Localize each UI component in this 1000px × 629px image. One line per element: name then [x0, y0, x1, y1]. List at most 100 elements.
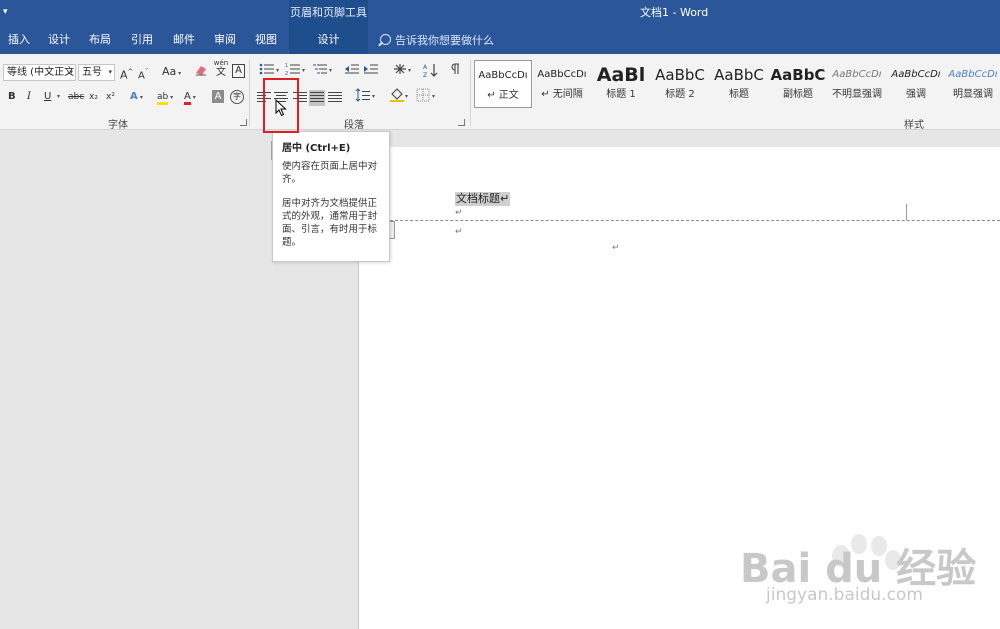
tab-review[interactable]: 审阅: [214, 28, 236, 54]
shrink-font-button[interactable]: Aˇ: [138, 63, 148, 81]
style-emphasis[interactable]: AaBbCcDı 强调: [887, 60, 945, 108]
phonetic-guide-button[interactable]: wén 文: [213, 59, 229, 78]
borders-button[interactable]: [415, 88, 431, 106]
style-title[interactable]: AaBbC 标题: [710, 60, 768, 108]
paragraph-mark: ↵: [455, 227, 463, 237]
watermark-url: jingyan.baidu.com: [766, 585, 923, 605]
paragraph-mark: ↵: [612, 243, 620, 253]
style-heading-1[interactable]: AaBl 标题 1: [592, 60, 650, 108]
shading-button[interactable]: [388, 88, 406, 106]
numbering-dropdown-icon[interactable]: ▾: [302, 62, 305, 80]
grow-font-button[interactable]: A^: [120, 63, 133, 82]
multilevel-list-button[interactable]: [311, 62, 329, 80]
style-normal[interactable]: AaBbCcDı ↵ 正文: [474, 60, 532, 108]
paragraph-mark: ↵: [455, 208, 463, 218]
sort-button[interactable]: AZ: [423, 62, 439, 80]
search-icon: [380, 34, 391, 45]
style-sample: AaBl: [596, 64, 646, 86]
tab-design[interactable]: 设计: [48, 28, 70, 54]
document-title: 文档1 - Word: [640, 6, 709, 19]
font-name-combo[interactable]: 等线 (中文正文 ▾: [3, 64, 76, 81]
chinese-layout-dropdown-icon[interactable]: ▾: [408, 62, 411, 80]
character-border-label: A: [235, 65, 242, 76]
tab-insert[interactable]: 插入: [8, 28, 30, 54]
italic-button[interactable]: I: [27, 88, 31, 106]
justify-button[interactable]: [309, 90, 325, 106]
show-formatting-marks-button[interactable]: [450, 62, 462, 80]
title-bar: ▾ 页眉和页脚工具 文档1 - Word: [0, 0, 1000, 28]
header-separator: [360, 220, 1000, 221]
phonetic-char: 文: [216, 67, 226, 78]
character-shading-button[interactable]: A: [212, 90, 224, 103]
character-border-button[interactable]: A: [232, 64, 245, 78]
pilcrow-icon: [451, 63, 459, 74]
style-name: 强调: [906, 89, 926, 100]
borders-dropdown-icon[interactable]: ▾: [432, 88, 435, 106]
line-spacing-button[interactable]: [353, 88, 373, 106]
tab-mailings[interactable]: 邮件: [173, 28, 195, 54]
shading-dropdown-icon[interactable]: ▾: [405, 88, 408, 106]
style-name: 不明显强调: [832, 89, 882, 100]
tab-header-footer-design[interactable]: 设计: [289, 28, 368, 54]
paragraph-dialog-launcher-icon[interactable]: [458, 119, 465, 126]
tooltip-title: 居中 (Ctrl+E): [282, 143, 351, 154]
enclose-characters-button[interactable]: 字: [230, 90, 244, 104]
font-color-label: A: [184, 91, 191, 105]
margin-corner-mark: [906, 204, 907, 220]
style-name: ↵ 正文: [487, 90, 519, 101]
bold-button[interactable]: B: [8, 88, 16, 106]
group-divider: [470, 60, 471, 126]
subscript-button[interactable]: x₂: [89, 88, 98, 106]
font-size-combo[interactable]: 五号 ▾: [78, 64, 115, 81]
paragraph-group-label: 段落: [344, 120, 364, 131]
multilevel-dropdown-icon[interactable]: ▾: [329, 62, 332, 80]
font-dialog-launcher-icon[interactable]: [240, 119, 247, 126]
line-spacing-icon: [355, 88, 370, 102]
group-divider: [249, 60, 250, 126]
strikethrough-button[interactable]: abc: [68, 88, 84, 106]
chinese-layout-icon: [394, 64, 406, 74]
style-subtle-emphasis[interactable]: AaBbCcDı 不明显强调: [828, 60, 886, 108]
clear-formatting-button[interactable]: [194, 63, 208, 81]
paint-bucket-icon: [390, 88, 404, 102]
style-heading-2[interactable]: AaBbC 标题 2: [651, 60, 709, 108]
bullet-list-icon: [259, 63, 274, 75]
eraser-icon: [196, 66, 206, 76]
superscript-button[interactable]: x²: [106, 88, 115, 106]
grow-font-label: A: [120, 68, 128, 82]
font-size-value: 五号: [82, 67, 102, 78]
highlight-color-button[interactable]: ab ▾: [157, 88, 173, 106]
sort-icon: AZ: [423, 64, 438, 79]
distributed-button[interactable]: [328, 92, 342, 104]
style-name: ↵ 无间隔: [541, 89, 583, 100]
tab-references[interactable]: 引用: [131, 28, 153, 54]
svg-text:1: 1: [285, 63, 288, 69]
tab-view[interactable]: 视图: [255, 28, 277, 54]
increase-indent-button[interactable]: [363, 62, 379, 80]
style-name: 标题 2: [665, 89, 695, 100]
header-footer-tools-label: 页眉和页脚工具: [289, 0, 368, 28]
style-no-spacing[interactable]: AaBbCcDı ↵ 无间隔: [533, 60, 591, 108]
mouse-cursor-icon: [275, 99, 287, 117]
decrease-indent-button[interactable]: [344, 62, 360, 80]
style-sample: AaBbC: [655, 66, 705, 84]
font-color-button[interactable]: A ▾: [184, 88, 196, 106]
style-sample: AaBbCcDı: [891, 69, 941, 80]
tooltip-details: 居中对齐为文档提供正式的外观，通常用于封面、引言，有时用于标题。: [282, 198, 378, 248]
underline-button[interactable]: U: [44, 88, 51, 106]
text-effects-button[interactable]: A ▾: [130, 88, 143, 106]
document-heading[interactable]: 文档标题↵: [455, 192, 511, 206]
font-group-label: 字体: [108, 120, 128, 131]
tell-me-search[interactable]: 告诉我你想要做什么: [380, 28, 494, 54]
underline-dropdown-icon[interactable]: ▾: [57, 88, 60, 106]
style-sample: AaBbCcDı: [832, 69, 882, 80]
change-case-button[interactable]: Aa ▾: [162, 63, 181, 81]
quick-access-dropdown-icon[interactable]: ▾: [3, 7, 8, 17]
tab-layout[interactable]: 布局: [89, 28, 111, 54]
tell-me-text: 告诉我你想要做什么: [395, 34, 494, 47]
line-spacing-dropdown-icon[interactable]: ▾: [372, 88, 375, 106]
numbered-list-icon: 12: [285, 63, 300, 77]
style-subtitle[interactable]: AaBbC 副标题: [769, 60, 827, 108]
style-intense-emphasis[interactable]: AaBbCcDı 明显强调: [946, 60, 1000, 108]
highlight-label: ab: [157, 92, 169, 105]
